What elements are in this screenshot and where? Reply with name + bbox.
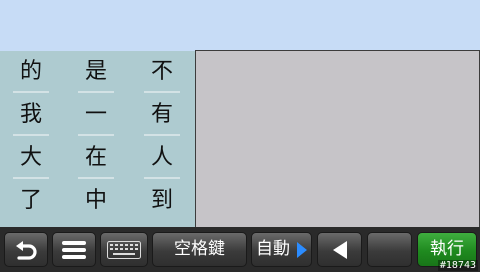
candidate-panel: 的 是 不 我 一 有 大 在 人 了 中 到 [0, 51, 195, 227]
right-triangle-icon [297, 242, 307, 258]
candidate-char[interactable]: 有 [143, 96, 181, 134]
candidate-underline [144, 134, 180, 136]
candidate-char[interactable]: 了 [12, 182, 50, 220]
candidate-char[interactable]: 是 [77, 53, 115, 91]
keyboard-button[interactable] [100, 232, 148, 267]
menu-icon [62, 241, 86, 259]
blank-button[interactable] [367, 232, 412, 267]
menu-button[interactable] [52, 232, 96, 267]
auto-label: 自動 [256, 239, 290, 259]
candidate-underline [144, 91, 180, 93]
candidate-char[interactable]: 人 [143, 139, 181, 177]
candidate-row: 我 一 有 [0, 94, 195, 137]
left-triangle-icon [333, 241, 347, 259]
candidate-underline [78, 91, 114, 93]
preview-pane [195, 50, 480, 228]
auto-button[interactable]: 自動 [251, 232, 312, 267]
undo-icon [16, 241, 37, 260]
candidate-underline [144, 177, 180, 179]
candidate-char[interactable]: 一 [77, 96, 115, 134]
keyboard-icon [107, 241, 141, 259]
candidate-row: 的 是 不 [0, 51, 195, 94]
candidate-underline [13, 91, 49, 93]
bottom-toolbar: 空格鍵 自動 執行 [0, 227, 480, 272]
back-button[interactable] [4, 232, 48, 267]
watermark: #18743 [437, 260, 478, 271]
candidate-char[interactable]: 的 [12, 53, 50, 91]
candidate-row: 大 在 人 [0, 137, 195, 180]
candidate-char[interactable]: 到 [143, 182, 181, 220]
candidate-char[interactable]: 我 [12, 96, 50, 134]
left-button[interactable] [317, 232, 362, 267]
candidate-char[interactable]: 在 [77, 139, 115, 177]
top-area [0, 0, 480, 51]
candidate-underline [78, 134, 114, 136]
candidate-char[interactable]: 不 [143, 53, 181, 91]
candidate-char[interactable]: 中 [77, 182, 115, 220]
candidate-underline [13, 134, 49, 136]
candidate-underline [78, 177, 114, 179]
space-button[interactable]: 空格鍵 [152, 232, 247, 267]
candidate-char[interactable]: 大 [12, 139, 50, 177]
candidate-row: 了 中 到 [0, 180, 195, 223]
candidate-underline [13, 177, 49, 179]
